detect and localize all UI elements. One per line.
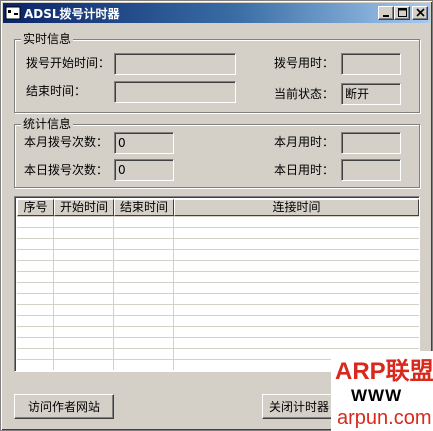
day-count-label: 本日拨号次数： (24, 163, 109, 177)
dial-start-field (114, 53, 236, 75)
list-header: 序号 开始时间 结束时间 连接时间 (17, 199, 419, 216)
day-time-field (341, 159, 401, 181)
end-time-label: 结束时间： (26, 84, 87, 98)
visit-author-button[interactable]: 访问作者网站 (14, 394, 114, 419)
month-count-field: 0 (114, 132, 174, 154)
end-time-field (114, 81, 236, 103)
month-time-field (341, 132, 401, 154)
month-time-label: 本月用时： (274, 135, 335, 149)
day-time-label: 本日用时： (274, 163, 335, 177)
column-connect-time[interactable]: 连接时间 (174, 199, 419, 216)
maximize-icon (398, 8, 407, 17)
watermark: ARP联盟 WWW arpun.com (331, 351, 433, 431)
close-timer-button[interactable]: 关闭计时器 (262, 394, 336, 419)
list-divider (53, 216, 54, 370)
title-bar[interactable]: ADSL拨号计时器 (3, 3, 430, 23)
day-count-field: 0 (114, 159, 174, 181)
dial-duration-label: 拨号用时： (274, 56, 335, 70)
dial-duration-field (341, 53, 401, 75)
dial-start-label: 拨号开始时间： (26, 56, 111, 70)
month-count-label: 本月拨号次数： (24, 135, 109, 149)
minimize-button[interactable] (378, 6, 394, 20)
app-window: ADSL拨号计时器 实时信息 拨号开始时间： 结束时间： 拨号用时： 当前状态：… (0, 0, 433, 431)
watermark-line2: WWW (351, 386, 403, 405)
watermark-line3: arpun.com (337, 407, 432, 429)
list-body[interactable] (17, 216, 419, 370)
column-end-time[interactable]: 结束时间 (114, 199, 174, 216)
maximize-button[interactable] (394, 6, 410, 20)
watermark-line1: ARP联盟 (335, 358, 433, 385)
close-icon (416, 8, 425, 17)
realtime-group-title: 实时信息 (21, 32, 74, 46)
app-icon[interactable] (5, 5, 21, 21)
connection-list[interactable]: 序号 开始时间 结束时间 连接时间 (14, 196, 420, 372)
list-divider (113, 216, 114, 370)
close-button[interactable] (412, 6, 428, 20)
window-title: ADSL拨号计时器 (24, 7, 120, 21)
minimize-icon (383, 15, 389, 17)
stats-group-title: 统计信息 (21, 117, 74, 131)
list-divider (173, 216, 174, 370)
column-start-time[interactable]: 开始时间 (54, 199, 114, 216)
column-index[interactable]: 序号 (17, 199, 54, 216)
status-label: 当前状态： (274, 87, 335, 101)
status-field: 断开 (341, 83, 401, 105)
